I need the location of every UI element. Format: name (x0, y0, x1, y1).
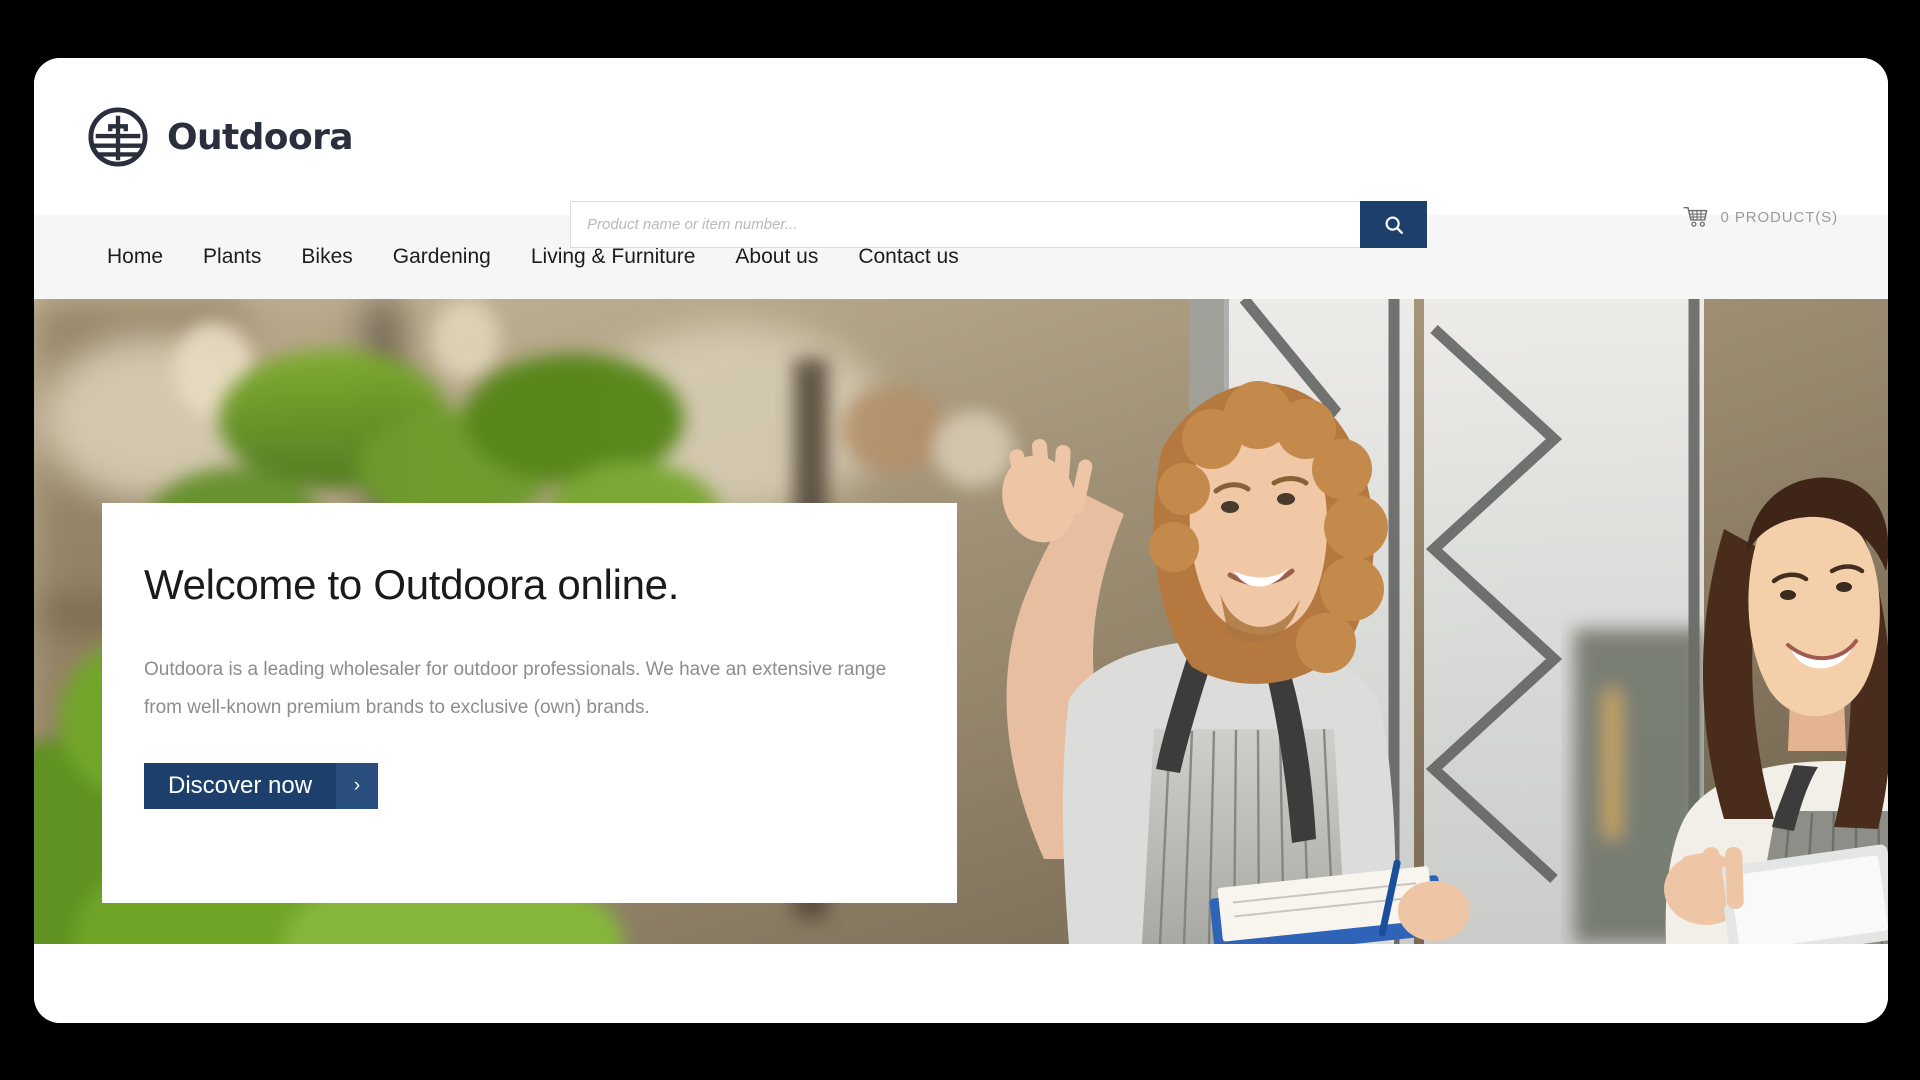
search-icon (1385, 216, 1403, 234)
discover-now-label: Discover now (168, 772, 313, 799)
hero-description: Outdoora is a leading wholesaler for out… (144, 659, 887, 718)
search-submit-button[interactable] (1360, 201, 1427, 248)
hero-title: Welcome to Outdoora online. (144, 561, 680, 608)
browser-window: Outdoora 0 PRODU (34, 58, 1888, 1023)
site-header: Outdoora 0 PRODU (34, 58, 1888, 248)
nav-item-living-furniture[interactable]: Living & Furniture (511, 245, 716, 269)
page-bottom-spacer (34, 944, 1888, 1023)
outdoora-circle-tree-logo-icon (88, 107, 148, 167)
hero-content-card: Welcome to Outdoora online. Outdoora is … (102, 503, 957, 903)
nav-item-home[interactable]: Home (87, 245, 183, 269)
brand-logo-link[interactable]: Outdoora (87, 106, 354, 168)
chevron-right-icon: › (336, 763, 379, 809)
cart-link[interactable]: 0 PRODUCT(S) (1682, 206, 1838, 228)
nav-item-about-us[interactable]: About us (715, 245, 838, 269)
cart-count-label: 0 PRODUCT(S) (1720, 208, 1838, 226)
search-input[interactable] (570, 201, 1360, 248)
hero-banner: Welcome to Outdoora online. Outdoora is … (34, 299, 1888, 944)
discover-now-button[interactable]: Discover now › (144, 763, 379, 809)
nav-item-bikes[interactable]: Bikes (281, 245, 372, 269)
nav-item-plants[interactable]: Plants (183, 245, 281, 269)
search-form (570, 201, 1427, 248)
nav-item-gardening[interactable]: Gardening (373, 245, 511, 269)
brand-name: Outdoora (167, 116, 354, 158)
shopping-cart-icon (1682, 206, 1707, 227)
nav-item-contact-us[interactable]: Contact us (838, 245, 978, 269)
